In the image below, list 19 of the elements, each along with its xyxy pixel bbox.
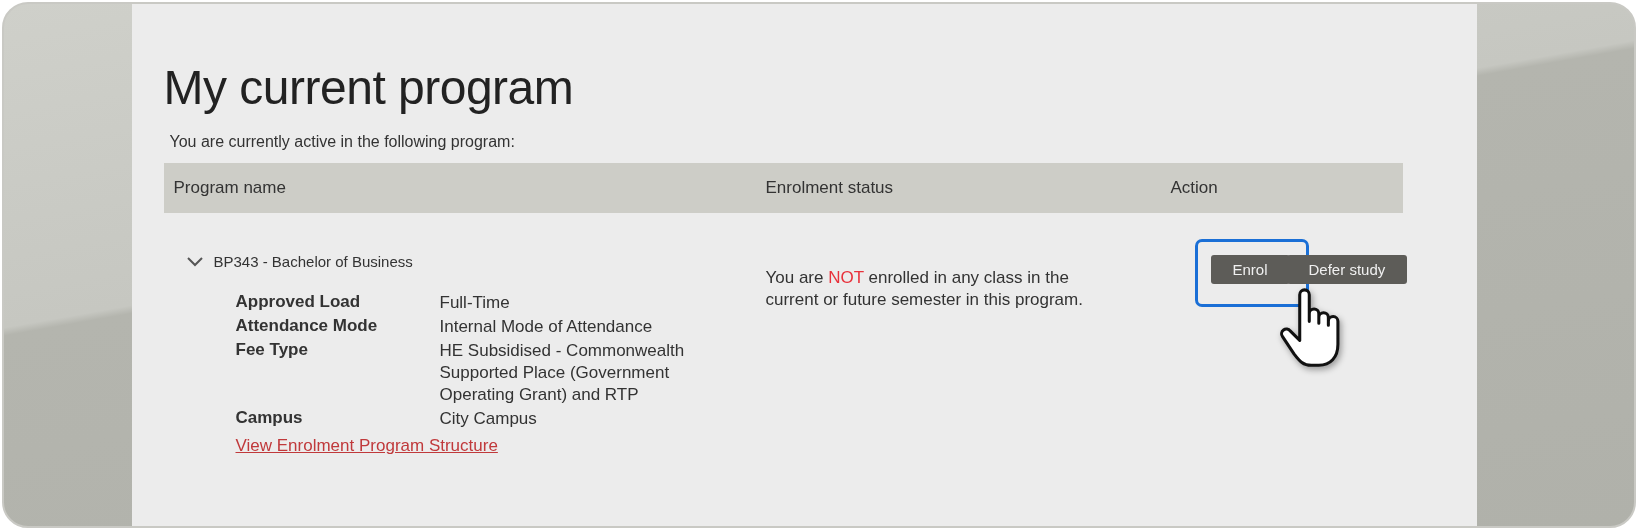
page-title: My current program (163, 60, 575, 115)
enrol-button[interactable]: Enrol (1210, 255, 1290, 284)
column-header: Action (1170, 178, 1219, 198)
detail-label: Approved Load (235, 292, 362, 313)
intro-text: You are currently active in the following program: (169, 133, 516, 151)
detail-value: Internal Mode of Attendance (439, 316, 654, 338)
detail-label: Campus (235, 408, 304, 429)
detail-value: Full-Time (439, 292, 511, 314)
enrolment-status-text: You are NOT enrolled in any class in the current or future semester in this program. (765, 267, 1084, 311)
detail-value: HE Subsidised - Commonwealth Supported Place (Government Operating Grant) and RTP (439, 340, 686, 406)
defer-study-button[interactable]: Defer study (1286, 255, 1408, 284)
chevron-icon[interactable] (185, 255, 204, 268)
detail-value: City Campus (439, 408, 538, 430)
program-structure-link[interactable]: View Enrolment Program Structure (235, 436, 498, 456)
program-name: BP343 - Bachelor of Business (213, 253, 413, 270)
detail-label: Attendance Mode (235, 316, 379, 337)
detail-label: Fee Type (235, 340, 309, 361)
column-header: Enrolment status (765, 178, 895, 198)
column-header: Program name (173, 178, 287, 198)
